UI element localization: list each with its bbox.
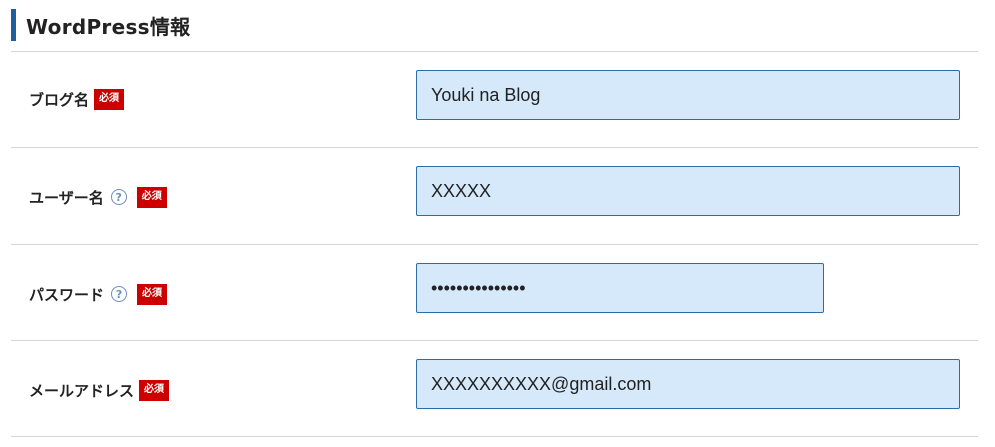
divider <box>11 51 978 52</box>
divider <box>11 436 978 437</box>
required-badge: 必須 <box>94 88 125 110</box>
password-label: パスワード <box>29 285 105 304</box>
divider <box>11 340 978 341</box>
email-label-group: メールアドレス 必須 <box>29 378 170 402</box>
blog-name-label-group: ブログ名 必須 <box>29 87 125 111</box>
email-input[interactable] <box>416 359 960 409</box>
divider <box>11 147 978 148</box>
email-label: メールアドレス <box>29 381 135 400</box>
blog-name-input[interactable] <box>416 70 960 120</box>
section-header: WordPress情報 <box>11 9 190 41</box>
required-badge: 必須 <box>136 186 167 208</box>
blog-name-label: ブログ名 <box>29 90 90 109</box>
password-input[interactable] <box>416 263 824 313</box>
help-icon[interactable]: ? <box>110 189 127 205</box>
required-badge: 必須 <box>137 283 168 305</box>
section-title: WordPress情報 <box>26 14 191 39</box>
username-label: ユーザー名 <box>29 188 104 207</box>
password-label-group: パスワード ? 必須 <box>29 282 168 306</box>
required-badge: 必須 <box>139 379 170 401</box>
wordpress-info-form: WordPress情報 ブログ名 必須 ユーザー名 ? 必須 パスワード ? 必… <box>0 0 995 447</box>
divider <box>11 244 978 245</box>
username-label-group: ユーザー名 ? 必須 <box>29 185 167 209</box>
username-input[interactable] <box>416 166 960 216</box>
help-icon[interactable]: ? <box>111 286 128 302</box>
section-accent-bar <box>11 9 16 41</box>
